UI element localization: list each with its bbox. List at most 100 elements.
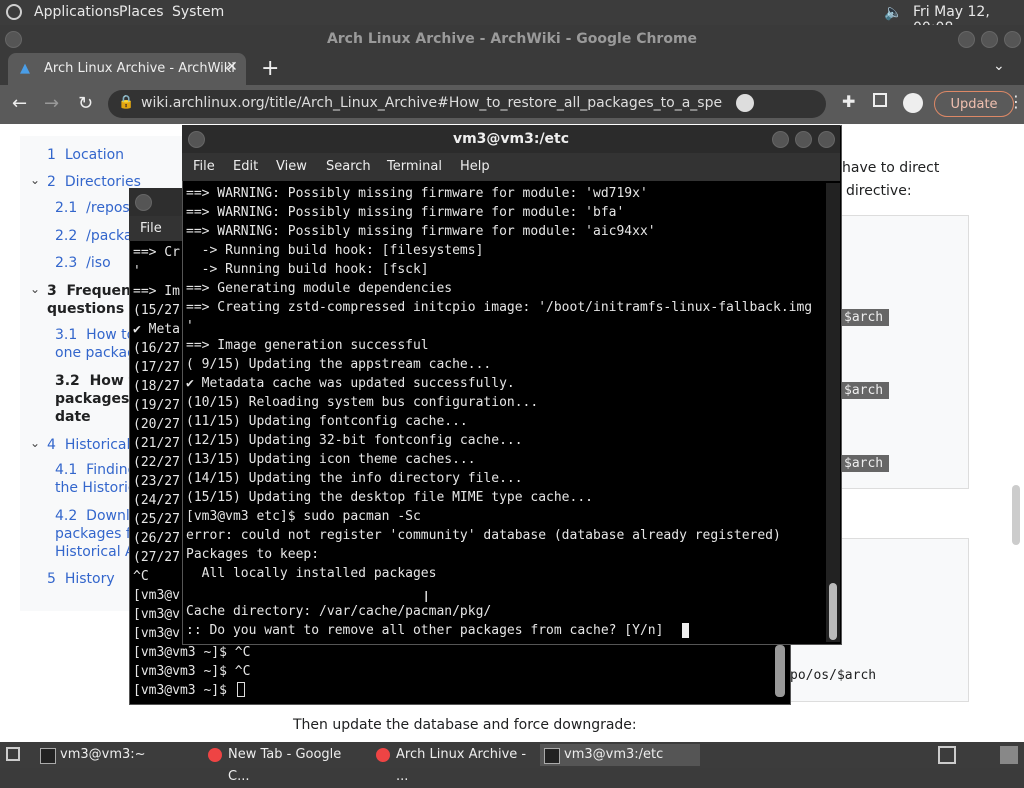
toc-item-3-cont[interactable]: questions xyxy=(47,300,124,318)
url-text[interactable]: wiki.archlinux.org/title/Arch_Linux_Arch… xyxy=(141,95,723,111)
toc-item-3-2-cont2[interactable]: date xyxy=(55,408,91,426)
window-menu-icon[interactable] xyxy=(188,131,205,148)
toc-item-3-1-cont[interactable]: one packag xyxy=(55,344,136,362)
chrome-icon xyxy=(208,748,222,762)
terminal-title: vm3@vm3:/etc xyxy=(452,131,570,147)
terminal-line: ==> Cr xyxy=(133,245,180,260)
browser-tab[interactable]: ▲ Arch Linux Archive - ArchWiki ✕ xyxy=(8,53,246,85)
toc-item-4-1[interactable]: 4.1 Finding xyxy=(55,461,137,479)
volume-icon[interactable]: 🔈 xyxy=(884,3,903,21)
terminal-line: error: could not register 'community' da… xyxy=(186,528,781,543)
toc-item-2-1[interactable]: 2.1 /repos xyxy=(55,199,130,217)
toc-item-2-3[interactable]: 2.3 /iso xyxy=(55,254,111,272)
taskbar-item-new-tab[interactable]: New Tab - Google C... xyxy=(204,744,364,784)
terminal-line: (19/27 xyxy=(133,398,180,413)
show-desktop-icon[interactable] xyxy=(6,747,20,761)
browser-window-title: Arch Linux Archive - ArchWiki - Google C… xyxy=(0,25,1024,53)
terminal-line: [vm3@vm3 ~]$ ^C xyxy=(133,645,251,660)
terminal-line: (11/15) Updating fontconfig cache... xyxy=(186,414,468,429)
close-icon[interactable] xyxy=(818,131,835,148)
taskbar-item-arch-archive[interactable]: Arch Linux Archive - ... xyxy=(372,744,532,784)
terminal-back-titlebar[interactable] xyxy=(129,188,184,216)
toc-item-4-2-cont2[interactable]: Historical Ar xyxy=(55,543,140,561)
file-menu[interactable]: File xyxy=(193,159,215,174)
toc-item-2[interactable]: 2 Directories xyxy=(47,173,141,191)
browser-title-text: Arch Linux Archive - ArchWiki - Google C… xyxy=(326,31,698,47)
distro-logo-icon[interactable] xyxy=(6,4,22,20)
terminal-line: [vm3@v xyxy=(133,626,180,641)
terminal-line: (27/27 xyxy=(133,550,180,565)
terminal-line: (15/27 xyxy=(133,303,180,318)
terminal-line: :: Do you want to remove all other packa… xyxy=(186,623,672,638)
toc-item-4-2-cont[interactable]: packages fr xyxy=(55,525,137,543)
minimize-icon[interactable] xyxy=(772,131,789,148)
terminal-line: Packages to keep: xyxy=(186,547,320,562)
back-icon[interactable]: ← xyxy=(12,93,27,114)
terminal-line: (15/15) Updating the desktop file MIME t… xyxy=(186,490,593,505)
file-menu[interactable]: File xyxy=(140,221,162,236)
terminal-line: ==> Creating zstd-compressed initcpio im… xyxy=(186,300,813,315)
system-menu[interactable]: System xyxy=(172,4,224,20)
lock-icon[interactable]: 🔒 xyxy=(118,95,134,110)
maximize-icon[interactable] xyxy=(795,131,812,148)
reload-icon[interactable]: ↻ xyxy=(78,93,93,114)
minimize-icon[interactable] xyxy=(958,31,975,48)
toc-item-5[interactable]: 5 History xyxy=(47,570,115,588)
close-icon[interactable] xyxy=(1004,31,1021,48)
terminal-line: (23/27 xyxy=(133,474,180,489)
taskbar-item-terminal-etc[interactable]: vm3@vm3:/etc xyxy=(540,744,700,766)
toc-item-1[interactable]: 1 Location xyxy=(47,146,124,164)
terminal-line: -> Running build hook: [fsck] xyxy=(186,262,429,277)
places-menu[interactable]: Places xyxy=(119,4,164,20)
terminal-line: (22/27 xyxy=(133,455,180,470)
edit-menu[interactable]: Edit xyxy=(233,159,258,174)
search-menu[interactable]: Search xyxy=(326,159,371,174)
tab-close-icon[interactable]: ✕ xyxy=(226,59,238,75)
terminal-line: ✔ Meta xyxy=(133,322,180,337)
terminal-line: (21/27 xyxy=(133,436,180,451)
terminal-line: (16/27 xyxy=(133,341,180,356)
toc-item-4-2[interactable]: 4.2 Downlo xyxy=(55,507,138,525)
terminal-cursor xyxy=(237,682,245,697)
taskbar-item-terminal-home[interactable]: vm3@vm3:~ xyxy=(36,744,196,766)
trash-icon[interactable] xyxy=(1000,746,1018,764)
chevron-down-icon[interactable]: ⌄ xyxy=(30,436,40,450)
chrome-icon xyxy=(376,748,390,762)
terminal-icon xyxy=(544,748,560,764)
chevron-down-icon[interactable]: ⌄ xyxy=(30,173,40,187)
terminal-titlebar[interactable]: vm3@vm3:/etc xyxy=(182,125,840,153)
view-menu[interactable]: View xyxy=(276,159,307,174)
side-panel-icon[interactable] xyxy=(873,93,887,107)
text-cursor-ibeam-icon: I xyxy=(424,588,429,606)
forward-icon[interactable]: → xyxy=(44,93,59,114)
address-bar[interactable]: 🔒 wiki.archlinux.org/title/Arch_Linux_Ar… xyxy=(108,90,826,118)
google-lens-icon[interactable] xyxy=(736,94,754,112)
chevron-down-icon[interactable]: ⌄ xyxy=(30,282,40,296)
terminal-menu[interactable]: Terminal xyxy=(387,159,442,174)
terminal-line: ==> Image generation successful xyxy=(186,338,429,353)
terminal-scrollbar-thumb[interactable] xyxy=(829,583,837,640)
code-variable: $arch xyxy=(838,455,890,472)
applications-menu[interactable]: Applications xyxy=(34,4,120,20)
tab-search-icon[interactable]: ⌄ xyxy=(993,58,1005,74)
window-menu-icon[interactable] xyxy=(135,194,152,211)
terminal-line: [vm3@vm3 ~]$ ^C xyxy=(133,664,251,679)
terminal-line: ==> Im xyxy=(133,284,180,299)
workspace-switcher-icon[interactable] xyxy=(938,746,956,764)
toc-item-3-1[interactable]: 3.1 How to xyxy=(55,326,135,344)
profile-avatar-icon[interactable] xyxy=(903,93,923,113)
update-button[interactable]: Update xyxy=(934,91,1014,117)
new-tab-icon[interactable]: + xyxy=(261,56,279,81)
help-menu[interactable]: Help xyxy=(460,159,490,174)
window-menu-icon[interactable] xyxy=(5,31,22,48)
terminal-line: (24/27 xyxy=(133,493,180,508)
terminal-line: (13/15) Updating icon theme caches... xyxy=(186,452,476,467)
terminal-scrollbar-track[interactable] xyxy=(826,183,840,642)
toc-item-2-2[interactable]: 2.2 /packa xyxy=(55,227,133,245)
terminal-back-scrollbar[interactable] xyxy=(775,645,785,697)
maximize-icon[interactable] xyxy=(981,31,998,48)
page-scrollbar[interactable] xyxy=(1012,485,1020,545)
extensions-icon[interactable]: ✚ xyxy=(842,92,855,111)
code-block xyxy=(840,215,969,489)
archwiki-favicon-icon: ▲ xyxy=(20,61,30,76)
